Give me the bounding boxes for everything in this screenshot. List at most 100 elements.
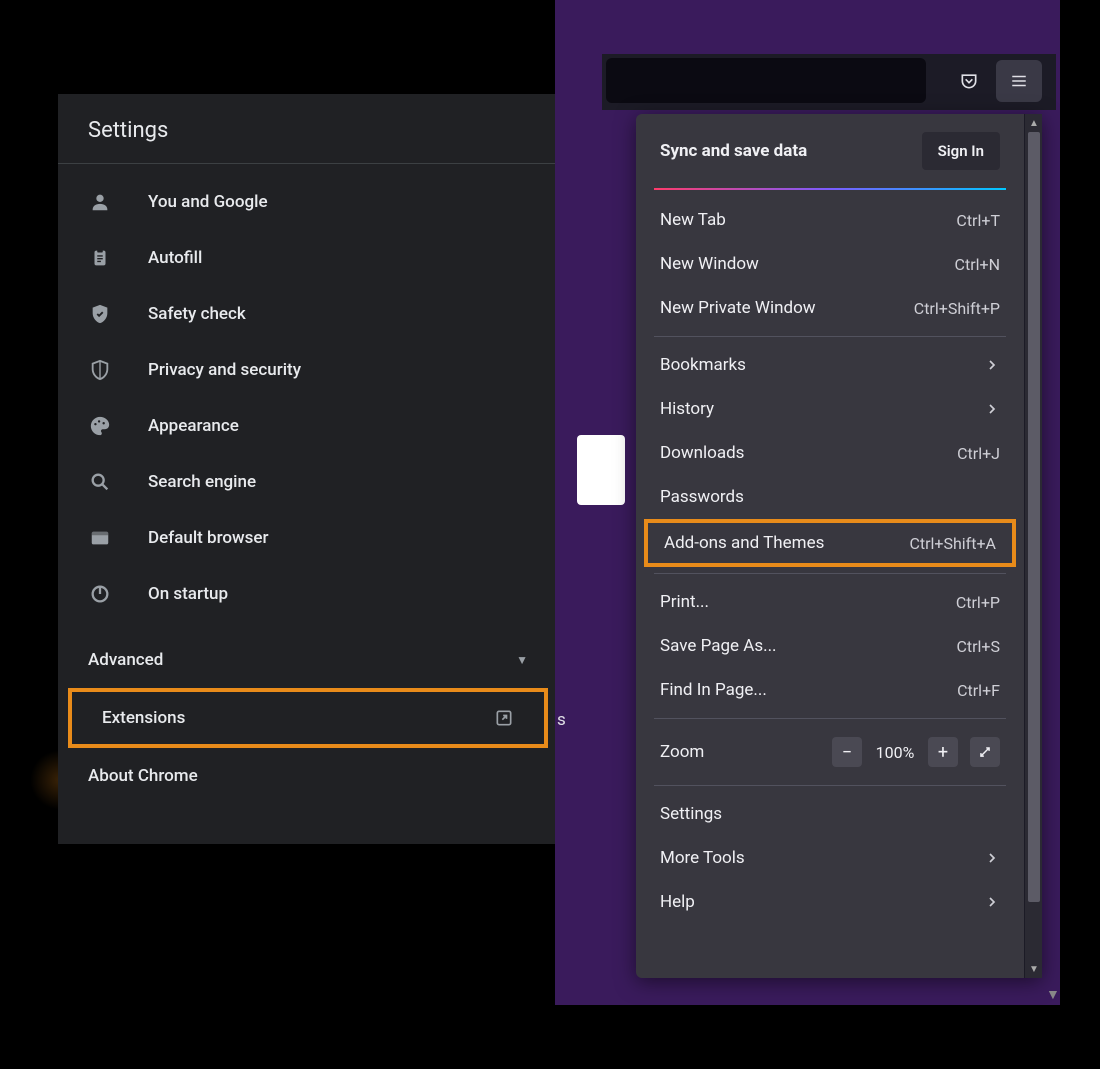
palette-icon: [88, 414, 112, 438]
sync-label: Sync and save data: [660, 141, 807, 161]
sync-section: Sync and save data Sign In: [636, 114, 1024, 188]
menu-scrollbar[interactable]: ▲ ▼: [1024, 114, 1042, 978]
menu-label: More Tools: [660, 848, 745, 868]
firefox-app-menu: ▲ ▼ Sync and save data Sign In New Tab C…: [636, 114, 1042, 978]
chevron-right-icon: [984, 894, 1000, 910]
zoom-controls: − 100% +: [832, 737, 1000, 767]
pocket-button[interactable]: [952, 64, 986, 98]
zoom-out-button[interactable]: −: [832, 737, 862, 767]
clipboard-icon: [88, 246, 112, 270]
menu-divider: [654, 785, 1006, 786]
menu-label: Help: [660, 892, 695, 912]
nav-privacy-security[interactable]: Privacy and security: [58, 342, 558, 398]
menu-shortcut: Ctrl+J: [957, 444, 1000, 463]
menu-new-private-window[interactable]: New Private Window Ctrl+Shift+P: [636, 286, 1024, 330]
menu-save-page-as[interactable]: Save Page As... Ctrl+S: [636, 624, 1024, 668]
scroll-down-icon[interactable]: ▼: [1025, 960, 1043, 978]
menu-more-tools[interactable]: More Tools: [636, 836, 1024, 880]
nav-autofill[interactable]: Autofill: [58, 230, 558, 286]
menu-shortcut: Ctrl+Shift+P: [914, 299, 1000, 318]
menu-shortcut: Ctrl+F: [957, 681, 1000, 700]
menu-passwords[interactable]: Passwords: [636, 475, 1024, 519]
chrome-settings-panel: Settings You and Google Autofill Safety …: [58, 94, 558, 844]
menu-shortcut: Ctrl+T: [956, 211, 1000, 230]
signin-button[interactable]: Sign In: [922, 132, 1000, 170]
chevron-right-icon: [984, 401, 1000, 417]
menu-shortcut: Ctrl+P: [956, 593, 1000, 612]
nav-you-and-google[interactable]: You and Google: [58, 174, 558, 230]
chevron-right-icon: [984, 850, 1000, 866]
menu-label: Passwords: [660, 487, 744, 507]
open-external-icon: [494, 708, 514, 728]
settings-title: Settings: [88, 118, 528, 143]
nav-safety-check[interactable]: Safety check: [58, 286, 558, 342]
chrome-header: Settings: [58, 94, 558, 164]
nav-about-chrome[interactable]: About Chrome: [58, 748, 558, 804]
menu-shortcut: Ctrl+Shift+A: [909, 534, 996, 553]
zoom-value: 100%: [874, 743, 916, 762]
menu-label: Save Page As...: [660, 636, 777, 656]
menu-label: Settings: [660, 804, 722, 824]
extensions-label: Extensions: [102, 708, 185, 728]
shield-check-icon: [88, 302, 112, 326]
fullscreen-button[interactable]: [970, 737, 1000, 767]
menu-history[interactable]: History: [636, 387, 1024, 431]
nav-label: Privacy and security: [148, 360, 301, 380]
firefox-menu-content: Sync and save data Sign In New Tab Ctrl+…: [636, 114, 1024, 978]
advanced-label: Advanced: [88, 650, 163, 670]
nav-default-browser[interactable]: Default browser: [58, 510, 558, 566]
firefox-urlbar[interactable]: [606, 58, 926, 103]
nav-extensions-highlighted[interactable]: Extensions: [68, 688, 548, 748]
gradient-divider: [654, 188, 1006, 190]
shield-icon: [88, 358, 112, 382]
menu-label: History: [660, 399, 714, 419]
zoom-label: Zoom: [660, 742, 704, 762]
page-corner-caret-icon: ▼: [1046, 986, 1060, 1003]
zoom-in-button[interactable]: +: [928, 737, 958, 767]
menu-label: New Tab: [660, 210, 726, 230]
page-text-fragment: s: [557, 710, 566, 730]
menu-bookmarks[interactable]: Bookmarks: [636, 343, 1024, 387]
caret-down-icon: ▼: [516, 653, 528, 667]
nav-label: Default browser: [148, 528, 269, 548]
power-icon: [88, 582, 112, 606]
menu-zoom: Zoom − 100% +: [636, 725, 1024, 779]
menu-label: New Window: [660, 254, 759, 274]
menu-print[interactable]: Print... Ctrl+P: [636, 580, 1024, 624]
nav-label: You and Google: [148, 192, 268, 212]
chevron-right-icon: [984, 357, 1000, 373]
nav-label: Safety check: [148, 304, 246, 324]
menu-label: Find In Page...: [660, 680, 767, 700]
menu-shortcut: Ctrl+S: [956, 637, 1000, 656]
menu-settings[interactable]: Settings: [636, 792, 1024, 836]
scroll-up-icon[interactable]: ▲: [1025, 114, 1043, 132]
browser-icon: [88, 526, 112, 550]
menu-shortcut: Ctrl+N: [955, 255, 1000, 274]
nav-label: On startup: [148, 584, 228, 604]
nav-label: Search engine: [148, 472, 256, 492]
menu-divider: [654, 573, 1006, 574]
menu-new-tab[interactable]: New Tab Ctrl+T: [636, 198, 1024, 242]
firefox-menu-button[interactable]: [996, 60, 1042, 102]
page-content-fragment: [577, 435, 625, 505]
menu-divider: [654, 336, 1006, 337]
menu-downloads[interactable]: Downloads Ctrl+J: [636, 431, 1024, 475]
nav-appearance[interactable]: Appearance: [58, 398, 558, 454]
chrome-nav-list: You and Google Autofill Safety check Pri…: [58, 164, 558, 632]
menu-label: Downloads: [660, 443, 744, 463]
person-icon: [88, 190, 112, 214]
menu-label: Bookmarks: [660, 355, 746, 375]
nav-label: Appearance: [148, 416, 239, 436]
nav-on-startup[interactable]: On startup: [58, 566, 558, 622]
menu-find-in-page[interactable]: Find In Page... Ctrl+F: [636, 668, 1024, 712]
menu-addons-highlighted[interactable]: Add-ons and Themes Ctrl+Shift+A: [644, 519, 1016, 567]
search-icon: [88, 470, 112, 494]
menu-label: New Private Window: [660, 298, 816, 318]
nav-advanced[interactable]: Advanced ▼: [58, 632, 558, 688]
menu-new-window[interactable]: New Window Ctrl+N: [636, 242, 1024, 286]
about-label: About Chrome: [88, 766, 198, 786]
menu-label: Add-ons and Themes: [664, 533, 824, 553]
scroll-thumb[interactable]: [1028, 132, 1040, 902]
nav-search-engine[interactable]: Search engine: [58, 454, 558, 510]
menu-help[interactable]: Help: [636, 880, 1024, 924]
